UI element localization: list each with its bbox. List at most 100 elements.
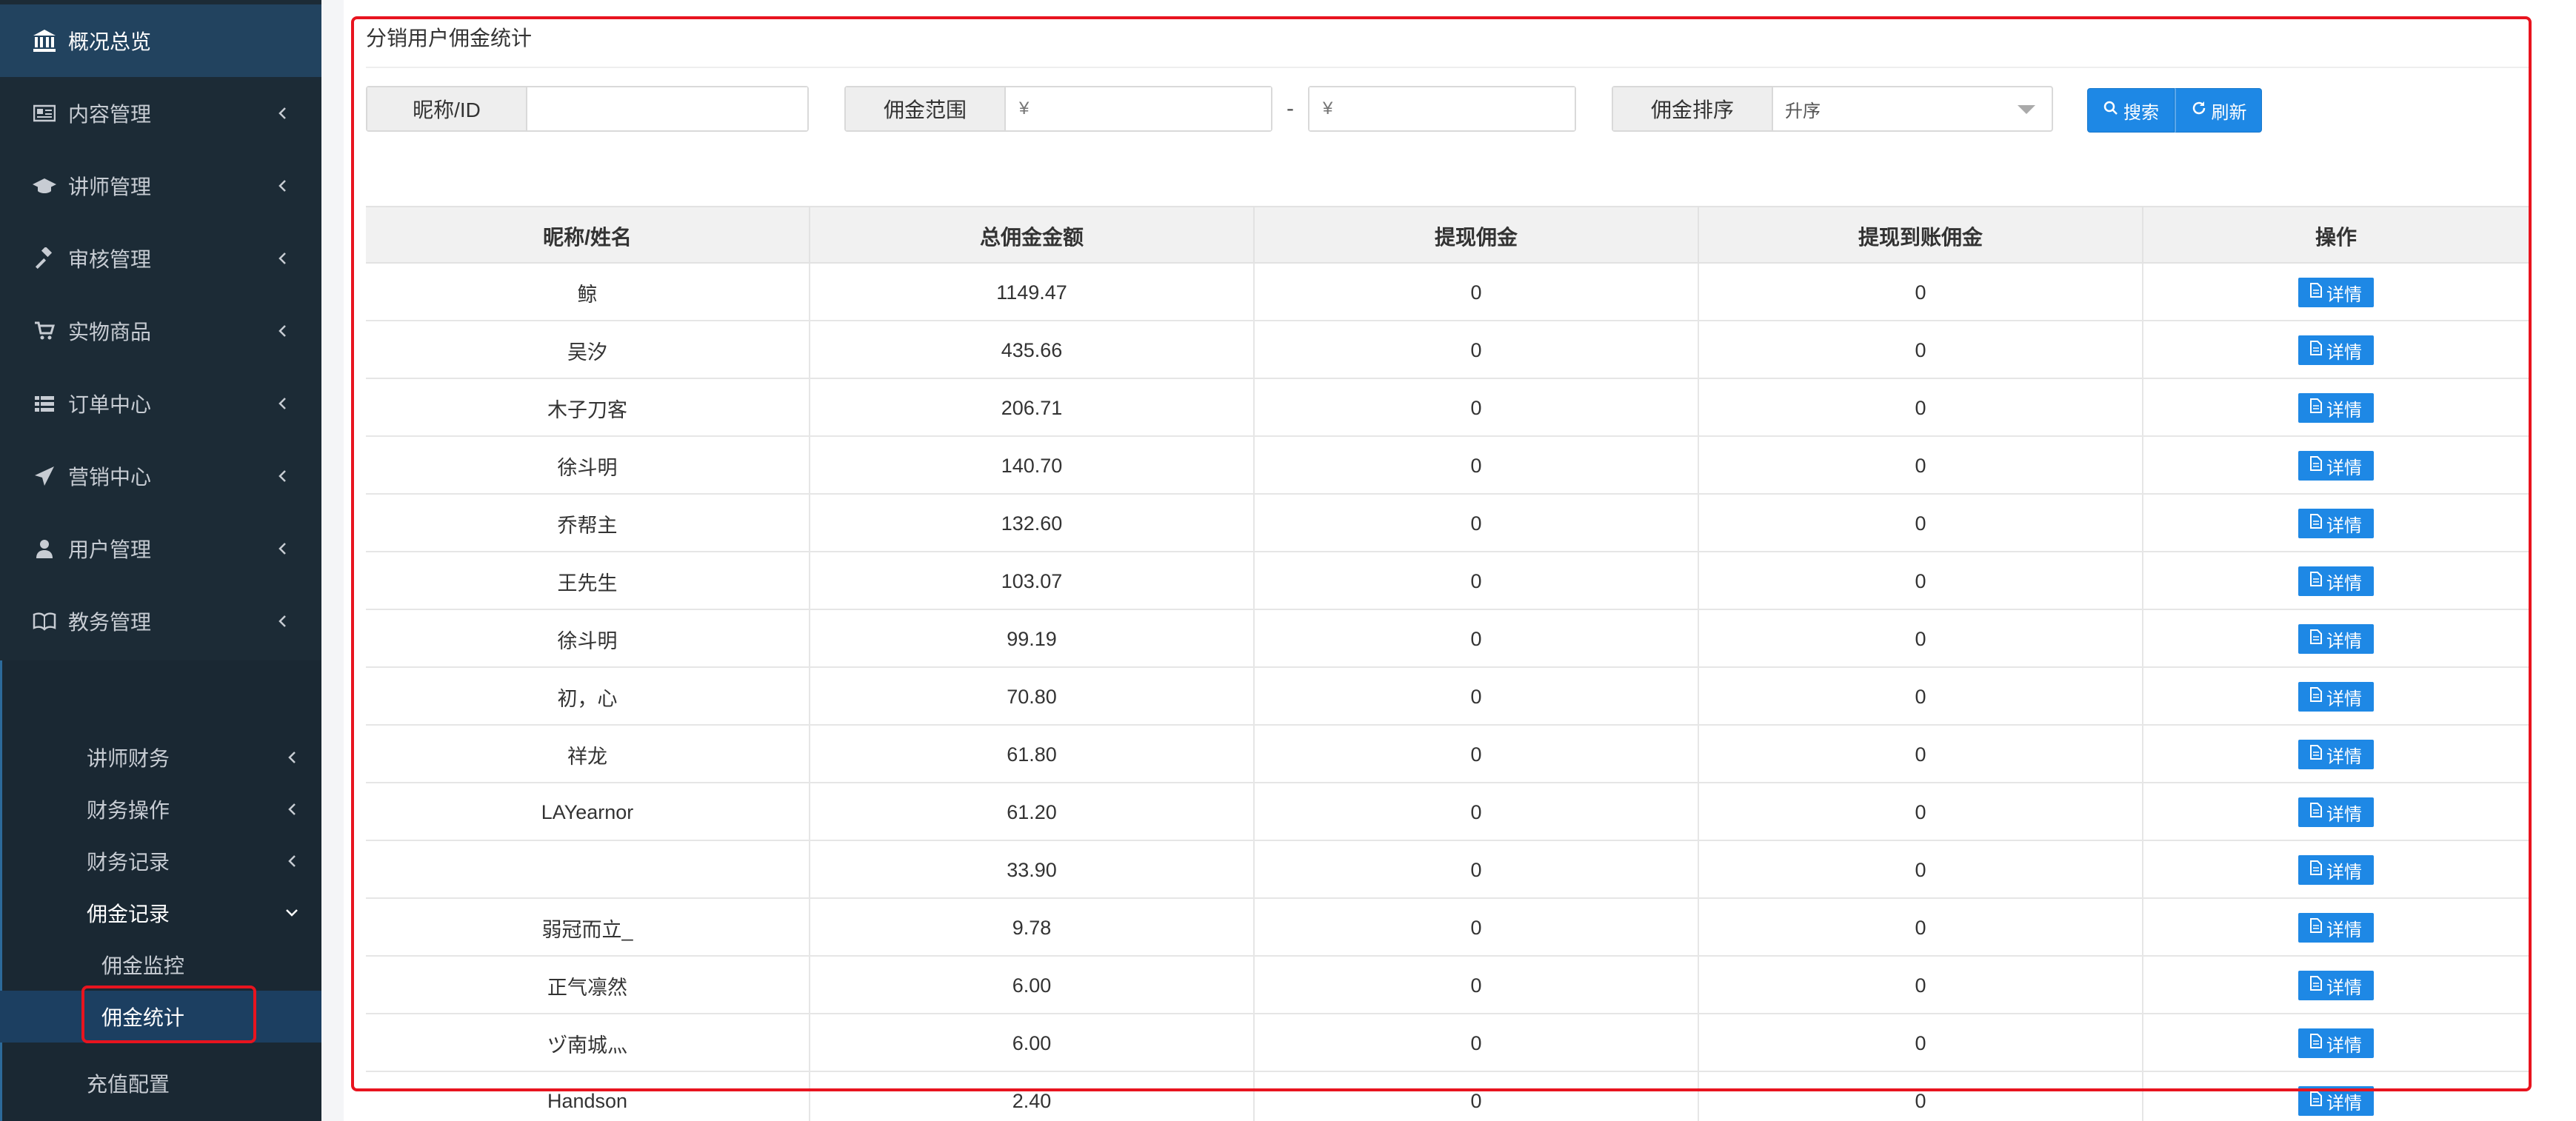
submenu-item-label: 佣金监控 — [101, 954, 185, 977]
submenu-item-4[interactable]: 佣金记录 — [0, 887, 321, 939]
detail-button-label: 详情 — [2326, 862, 2362, 883]
commission-sort-label: 佣金排序 — [1613, 87, 1773, 130]
range-min-input[interactable] — [1006, 87, 1271, 130]
nickname-label: 昵称/ID — [367, 87, 527, 130]
cell-withdraw: 0 — [1255, 1014, 1699, 1072]
cell-withdraw: 0 — [1255, 726, 1699, 783]
cell-arrived: 0 — [1699, 552, 2143, 610]
submenu-item-label: 佣金记录 — [87, 903, 170, 926]
document-icon — [2310, 686, 2322, 707]
cell-nickname: 木子刀客 — [366, 379, 810, 437]
cell-total: 140.70 — [810, 437, 1255, 495]
submenu-item-recharge-config[interactable]: 充值配置 — [0, 1057, 321, 1109]
cell-nickname: 乔帮主 — [366, 495, 810, 552]
table-row: 吴汐 435.66 0 0 详情 — [366, 321, 2529, 379]
cell-total: 9.78 — [810, 899, 1255, 957]
cell-action: 详情 — [2143, 321, 2529, 379]
detail-button[interactable]: 详情 — [2298, 509, 2374, 538]
chevron-left-icon — [274, 468, 290, 484]
detail-button[interactable]: 详情 — [2298, 682, 2374, 712]
cell-withdraw: 0 — [1255, 437, 1699, 495]
sidebar-item-list[interactable]: 订单中心 — [0, 367, 321, 440]
cell-total: 70.80 — [810, 668, 1255, 726]
cell-withdraw: 0 — [1255, 957, 1699, 1014]
cell-action: 详情 — [2143, 495, 2529, 552]
document-icon — [2310, 282, 2322, 303]
detail-button-label: 详情 — [2326, 573, 2362, 594]
sidebar-item-graduation-cap[interactable]: 讲师管理 — [0, 150, 321, 222]
document-icon — [2310, 744, 2322, 765]
submenu-item-3[interactable]: 财务记录 — [0, 835, 321, 887]
detail-button-label: 详情 — [2326, 1093, 2362, 1114]
sidebar-item-overview[interactable]: 概况总览 — [0, 4, 321, 77]
table-row: ヅ南城灬 6.00 0 0 详情 — [366, 1014, 2529, 1072]
chevron-down-icon — [284, 906, 299, 920]
document-icon — [2310, 513, 2322, 534]
header-arrived: 提现到账佣金 — [1699, 207, 2143, 265]
range-dash: - — [1287, 96, 1294, 121]
cell-nickname: 徐斗明 — [366, 437, 810, 495]
header-total: 总佣金金额 — [810, 207, 1255, 265]
search-button[interactable]: 搜索 — [2087, 88, 2175, 133]
detail-button[interactable]: 详情 — [2298, 1028, 2374, 1058]
cell-action: 详情 — [2143, 610, 2529, 668]
detail-button[interactable]: 详情 — [2298, 797, 2374, 827]
table-row: 正气凛然 6.00 0 0 详情 — [366, 957, 2529, 1014]
document-icon — [2310, 860, 2322, 880]
gavel-icon — [30, 244, 59, 273]
submenu-item-1[interactable]: 讲师财务 — [0, 732, 321, 783]
chevron-left-icon — [274, 541, 290, 557]
submenu-item-commission-monitor[interactable]: 佣金监控 — [0, 939, 321, 991]
detail-button[interactable]: 详情 — [2298, 451, 2374, 481]
cell-total: 103.07 — [810, 552, 1255, 610]
cell-nickname: 正气凛然 — [366, 957, 810, 1014]
chevron-left-icon — [284, 750, 299, 765]
cell-action: 详情 — [2143, 957, 2529, 1014]
sidebar-item-paper-plane[interactable]: 营销中心 — [0, 440, 321, 512]
cell-arrived: 0 — [1699, 726, 2143, 783]
document-icon — [2310, 571, 2322, 592]
table-row: 鲸 1149.47 0 0 详情 — [366, 264, 2529, 321]
sidebar-item-gavel[interactable]: 审核管理 — [0, 222, 321, 295]
detail-button[interactable]: 详情 — [2298, 1086, 2374, 1116]
chevron-left-icon — [274, 178, 290, 194]
sidebar-item-newspaper[interactable]: 内容管理 — [0, 77, 321, 150]
submenu-item-2[interactable]: 财务操作 — [0, 783, 321, 835]
document-icon — [2310, 455, 2322, 476]
cell-withdraw: 0 — [1255, 610, 1699, 668]
detail-button[interactable]: 详情 — [2298, 278, 2374, 307]
cell-action: 详情 — [2143, 841, 2529, 899]
detail-button[interactable]: 详情 — [2298, 740, 2374, 769]
detail-button[interactable]: 详情 — [2298, 855, 2374, 885]
detail-button-label: 详情 — [2326, 342, 2362, 363]
detail-button[interactable]: 详情 — [2298, 566, 2374, 596]
cell-action: 详情 — [2143, 1072, 2529, 1121]
detail-button[interactable]: 详情 — [2298, 393, 2374, 423]
document-icon — [2310, 1033, 2322, 1054]
sidebar-item-book[interactable]: 教务管理 — [0, 585, 321, 657]
refresh-button[interactable]: 刷新 — [2175, 88, 2262, 133]
detail-button[interactable]: 详情 — [2298, 913, 2374, 943]
sidebar-item-cart[interactable]: 实物商品 — [0, 295, 321, 367]
chevron-left-icon — [284, 802, 299, 817]
list-icon — [30, 389, 59, 418]
detail-button[interactable]: 详情 — [2298, 335, 2374, 365]
detail-button-label: 详情 — [2326, 631, 2362, 652]
user-icon — [30, 534, 59, 563]
sidebar-item-user[interactable]: 用户管理 — [0, 512, 321, 585]
sort-select[interactable]: 升序 — [1773, 87, 2052, 130]
cell-arrived: 0 — [1699, 321, 2143, 379]
table-row: 木子刀客 206.71 0 0 详情 — [366, 379, 2529, 437]
detail-button-label: 详情 — [2326, 804, 2362, 825]
cell-withdraw: 0 — [1255, 495, 1699, 552]
nickname-input[interactable] — [527, 87, 807, 130]
sidebar-item-label: 营销中心 — [68, 466, 152, 489]
cell-arrived: 0 — [1699, 783, 2143, 841]
cell-action: 详情 — [2143, 379, 2529, 437]
detail-button[interactable]: 详情 — [2298, 624, 2374, 654]
table-row: 王先生 103.07 0 0 详情 — [366, 552, 2529, 610]
range-max-input[interactable] — [1309, 87, 1575, 130]
cell-nickname: ヅ南城灬 — [366, 1014, 810, 1072]
detail-button[interactable]: 详情 — [2298, 971, 2374, 1000]
refresh-button-label: 刷新 — [2211, 102, 2247, 123]
